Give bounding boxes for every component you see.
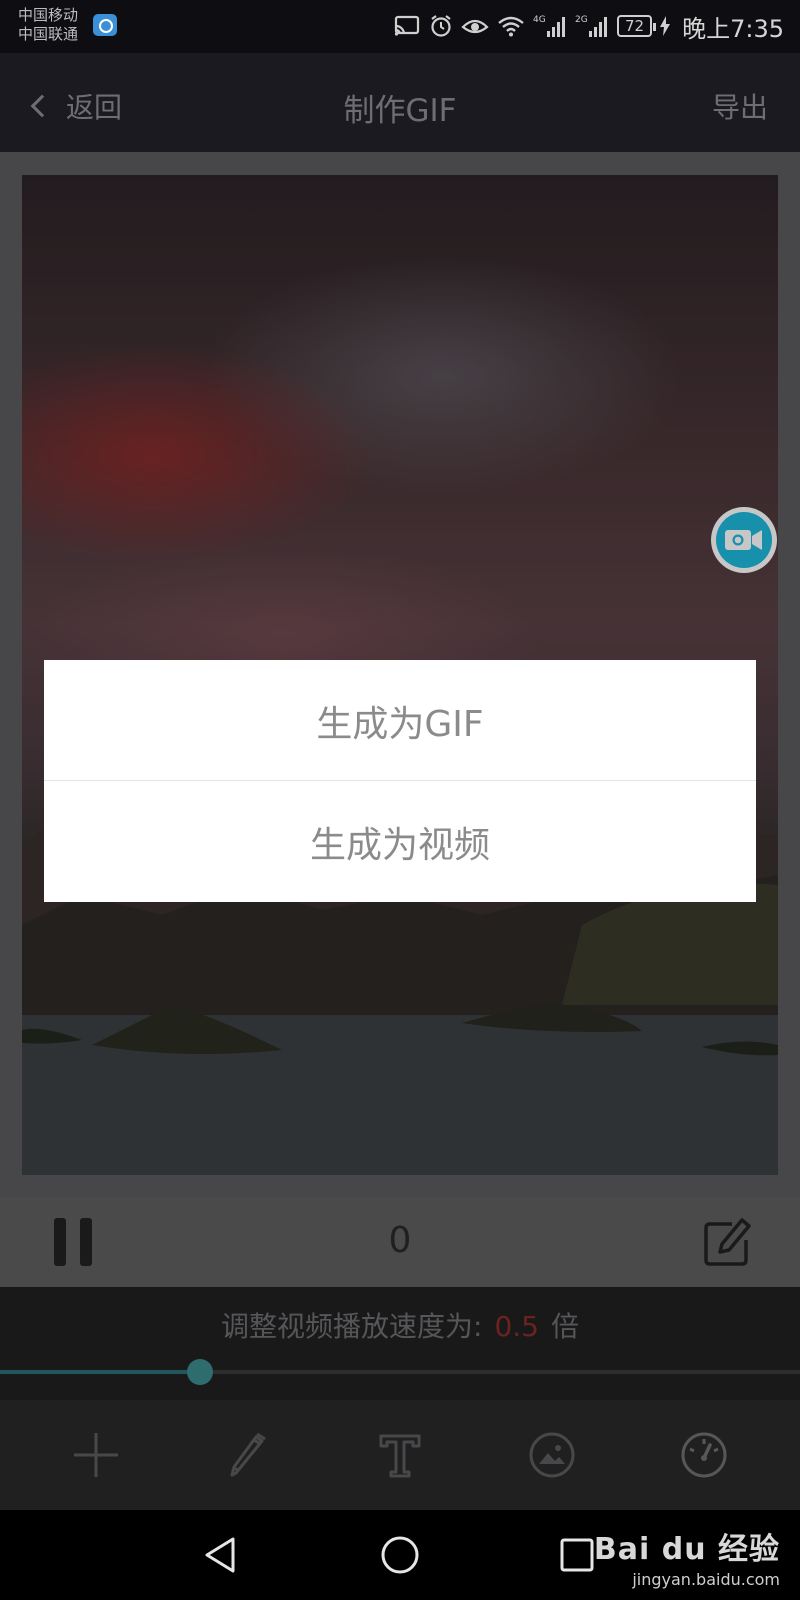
square-recents-icon bbox=[560, 1538, 594, 1572]
draw-button[interactable] bbox=[208, 1415, 288, 1495]
system-back-button[interactable] bbox=[198, 1532, 244, 1578]
carrier-1: 中国移动 bbox=[18, 6, 79, 24]
export-button[interactable]: 导出 bbox=[712, 86, 768, 126]
clock: 晚上7:35 bbox=[682, 14, 784, 43]
playback-bar: 0 bbox=[0, 1198, 800, 1287]
network-2-label: 2G bbox=[575, 15, 588, 25]
frame-counter: 0 bbox=[388, 1220, 412, 1261]
eye-comfort-icon bbox=[461, 11, 489, 41]
speed-value: 0.5 bbox=[494, 1310, 539, 1343]
signal-2g-icon: 2G bbox=[575, 11, 609, 41]
speed-button[interactable] bbox=[664, 1415, 744, 1495]
status-icons: 4G 2G 72 晚上7:35 bbox=[393, 8, 784, 44]
speed-slider-track[interactable] bbox=[0, 1370, 800, 1374]
watermark-logo: Bai du 经验 bbox=[593, 1532, 780, 1567]
edit-button[interactable] bbox=[702, 1216, 752, 1268]
charging-icon bbox=[660, 11, 671, 41]
carrier-2: 中国联通 bbox=[18, 25, 79, 43]
app-notification-icon bbox=[93, 14, 117, 36]
alarm-icon bbox=[429, 11, 453, 41]
export-options-dialog: 生成为GIF 生成为视频 bbox=[44, 660, 756, 902]
record-camera-button[interactable] bbox=[711, 507, 777, 573]
speed-label: 调整视频播放速度为: bbox=[221, 1310, 483, 1343]
page-title: 制作GIF bbox=[343, 93, 457, 129]
image-icon bbox=[529, 1432, 575, 1478]
triangle-back-icon bbox=[205, 1537, 235, 1573]
dialog-divider bbox=[44, 780, 756, 781]
circle-home-icon bbox=[381, 1536, 419, 1574]
pencil-icon bbox=[230, 1432, 266, 1477]
speed-label-row: 调整视频播放速度为: 0.5 倍 bbox=[0, 1305, 800, 1345]
video-camera-icon bbox=[716, 512, 772, 568]
speed-gauge-icon bbox=[681, 1432, 727, 1478]
network-1-label: 4G bbox=[533, 15, 546, 25]
edit-icon bbox=[704, 1218, 751, 1266]
system-navigation-bar: Bai du 经验 jingyan.baidu.com bbox=[0, 1510, 800, 1600]
add-button[interactable] bbox=[56, 1415, 136, 1495]
add-icon bbox=[74, 1433, 118, 1477]
speed-panel: 调整视频播放速度为: 0.5 倍 bbox=[0, 1287, 800, 1400]
baidu-jingyan-watermark: Bai du 经验 jingyan.baidu.com bbox=[594, 1524, 780, 1589]
battery-indicator: 72 bbox=[617, 15, 657, 37]
watermark-url: jingyan.baidu.com bbox=[632, 1570, 780, 1589]
text-button[interactable] bbox=[360, 1415, 440, 1495]
speed-slider-thumb[interactable] bbox=[187, 1359, 213, 1385]
speed-slider-fill bbox=[0, 1370, 200, 1374]
text-icon bbox=[379, 1434, 421, 1478]
generate-gif-option[interactable]: 生成为GIF bbox=[44, 660, 756, 781]
image-button[interactable] bbox=[512, 1415, 592, 1495]
cast-icon bbox=[393, 11, 421, 41]
header-bar: 返回 制作GIF 导出 bbox=[0, 53, 800, 152]
signal-4g-icon: 4G bbox=[533, 11, 567, 41]
tool-bar bbox=[0, 1400, 800, 1510]
generate-video-option[interactable]: 生成为视频 bbox=[44, 781, 756, 902]
carrier-info: 中国移动 中国联通 bbox=[18, 6, 78, 44]
wifi-icon bbox=[497, 11, 525, 41]
system-home-button[interactable] bbox=[377, 1532, 423, 1578]
speed-unit: 倍 bbox=[550, 1310, 579, 1343]
status-bar: 中国移动 中国联通 4G 2G 72 晚上7:35 bbox=[0, 0, 800, 53]
